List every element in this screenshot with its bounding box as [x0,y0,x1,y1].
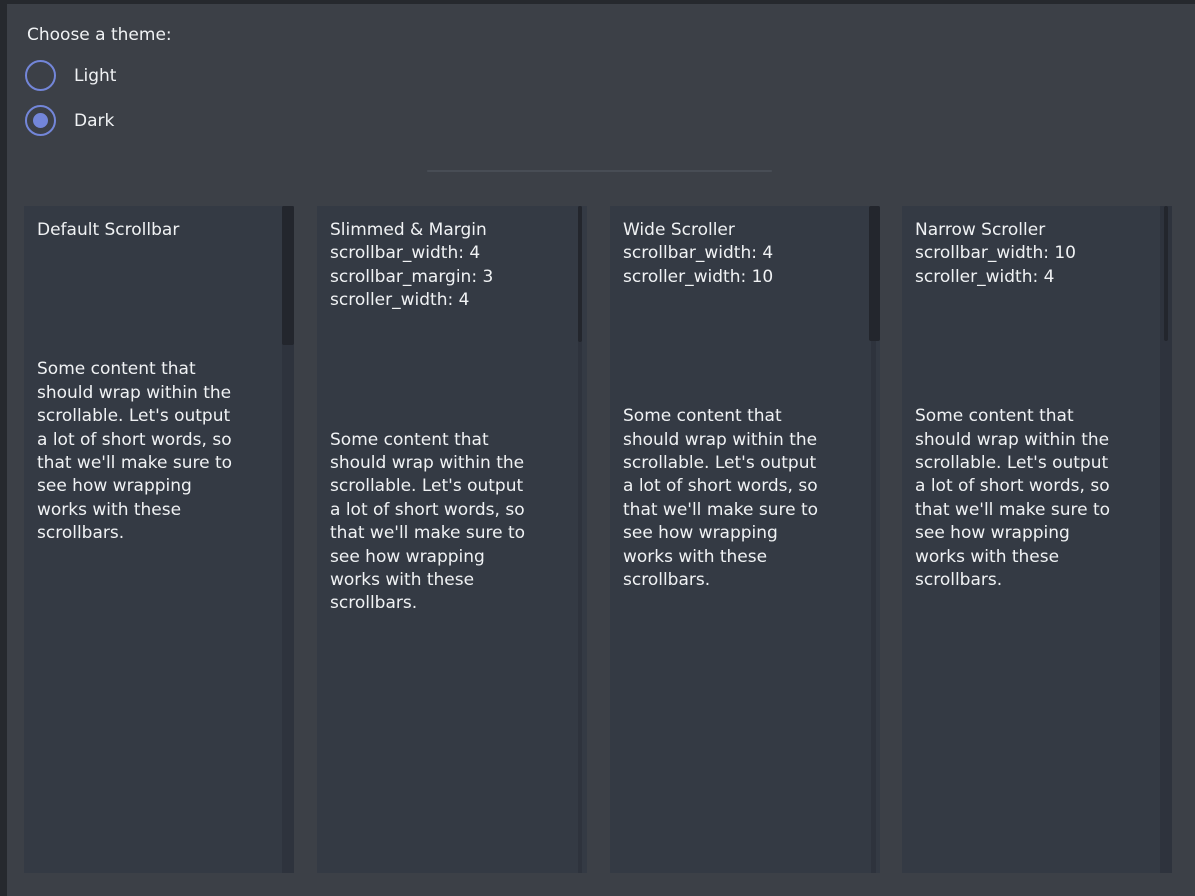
scroll-panel-narrow-scroller[interactable]: Narrow Scroller scrollbar_width: 10 scro… [902,206,1172,873]
panel-title-and-params: Slimmed & Margin scrollbar_width: 4 scro… [330,219,568,313]
panel-params: scrollbar_width: 4 scrollbar_margin: 3 s… [330,243,493,310]
scrollbar-thumb[interactable] [282,206,294,345]
panel-title-and-params: Wide Scroller scrollbar_width: 4 scrolle… [623,219,861,289]
radio-option-dark[interactable]: Dark [25,105,114,136]
scrollbar-thumb[interactable] [578,206,582,342]
scroll-panel-slimmed-margin[interactable]: Slimmed & Margin scrollbar_width: 4 scro… [317,206,587,873]
panel-params: scrollbar_width: 10 scroller_width: 4 [915,243,1076,286]
panel-params: scrollbar_width: 4 scroller_width: 10 [623,243,773,286]
panel-title: Wide Scroller [623,220,735,240]
radio-selected-dot [33,113,48,128]
radio-option-light[interactable]: Light [25,60,116,91]
window-border-top [0,0,1195,4]
panel-body-text: Some content that should wrap within the… [623,405,861,592]
panel-body-text: Some content that should wrap within the… [330,429,568,616]
panel-title: Default Scrollbar [37,219,275,242]
radio-icon-light[interactable] [25,60,56,91]
scroll-panel-default[interactable]: Default Scrollbar Some content that shou… [24,206,294,873]
panel-body-text: Some content that should wrap within the… [915,405,1153,592]
panel-title: Slimmed & Margin [330,220,487,240]
window-border-left [0,0,7,896]
panel-body-text: Some content that should wrap within the… [37,358,275,545]
radio-label-light[interactable]: Light [74,66,116,86]
scroll-panel-wide-scroller[interactable]: Wide Scroller scrollbar_width: 4 scrolle… [610,206,880,873]
panel-title: Narrow Scroller [915,220,1045,240]
section-divider [427,170,772,172]
radio-label-dark[interactable]: Dark [74,111,114,131]
radio-icon-dark[interactable] [25,105,56,136]
theme-chooser-label: Choose a theme: [27,24,172,47]
scrollbar-thumb[interactable] [869,206,880,341]
panel-title-and-params: Narrow Scroller scrollbar_width: 10 scro… [915,219,1153,289]
scrollbar-thumb[interactable] [1164,206,1168,341]
